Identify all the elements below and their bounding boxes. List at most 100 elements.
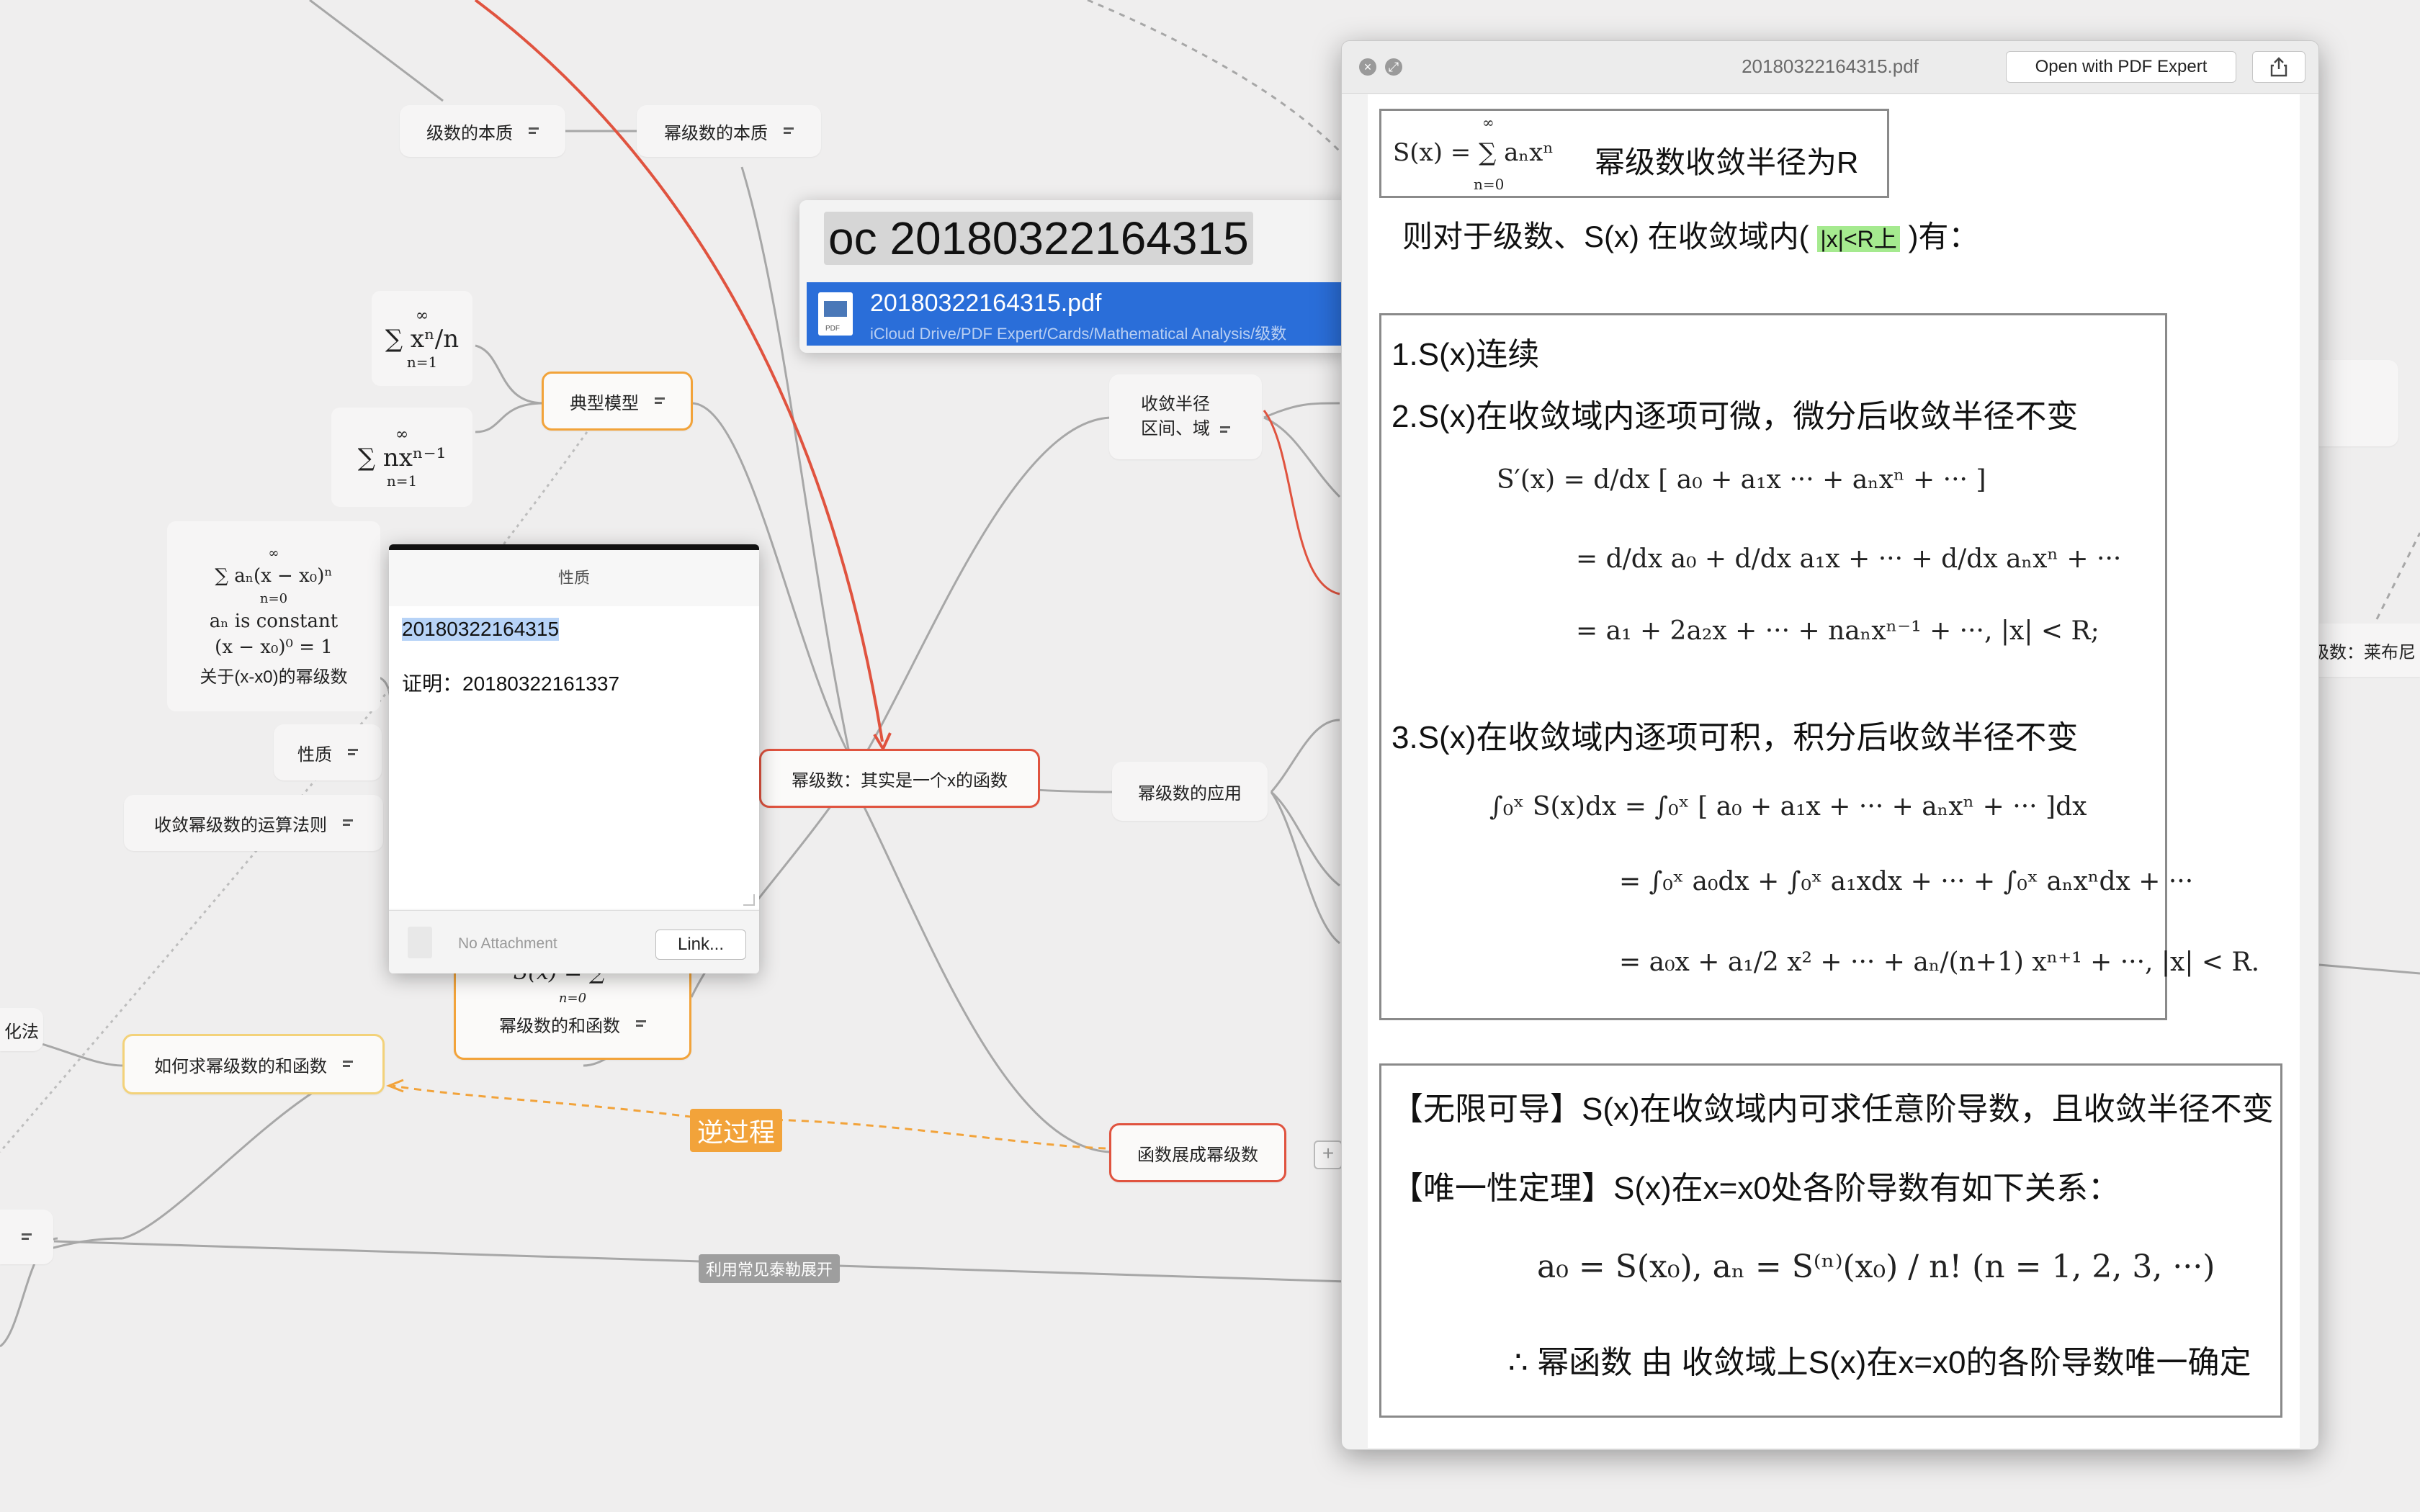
note-icon[interactable] [343,819,353,827]
note-text-area[interactable]: 20180322164315 证明：20180322161337 [389,606,759,909]
resize-grip-icon[interactable] [743,894,755,906]
formula-line-1: ∑ aₙ(x − x₀)ⁿ [215,564,333,587]
node-label: 函数展成幂级数 [1137,1145,1258,1165]
node-xingzhi[interactable]: 性质 [274,724,382,780]
properties-box: 1.S(x)连续 2.S(x)在收敛域内逐项可微，微分后收敛半径不变 S′(x)… [1379,313,2259,1020]
node-central-power-series[interactable]: 幂级数：其实是一个x的函数 [759,749,1040,808]
note-icon[interactable] [529,127,539,135]
formula-text: ∑ xⁿ/n [385,324,460,354]
note-icon[interactable] [343,1060,353,1068]
node-yingyong[interactable]: 幂级数的应用 [1112,762,1268,821]
node-label: 化法 [4,1022,39,1042]
sum-lower: n=1 [406,353,438,371]
node-shoulian-banjing[interactable]: 收敛半径 区间、域 [1109,374,1262,459]
sum-lower: n=0 [558,990,587,1006]
share-icon [2270,57,2287,77]
link-button[interactable]: Link... [655,930,746,960]
tag-taylor-expansion[interactable]: 利用常见泰勒展开 [699,1254,841,1283]
sum-upper: ∞ [415,306,429,325]
note-proof-line[interactable]: 证明：20180322161337 [402,668,619,697]
subtitle-prefix: 则对于级数、S(x) 在收敛域内( [1402,220,1809,253]
node-left-partial-2[interactable] [0,1210,53,1264]
weiyi-xing-dingli: 【唯一性定理】S(x)在x=x0处各阶导数有如下关系： [1392,1171,2120,1206]
node-label: 幂级数的应用 [1138,783,1242,804]
header-text: 幂级数收敛半径为R [1595,145,1859,179]
formula-sum-nxn1[interactable]: ∞ ∑ nxⁿ⁻¹ n=1 [331,408,472,507]
node-label: 级数：莱布尼 [2312,642,2416,662]
expand-plus-icon[interactable]: + [1314,1140,1343,1169]
node-label: 如何求幂级数的和函数 [154,1056,327,1076]
node-left-partial[interactable]: 化法 [0,1008,43,1051]
pdf-file-icon [818,292,853,336]
note-popover[interactable]: 性质 20180322164315 证明：20180322161337 No A… [389,544,759,973]
sum-lower: n=1 [386,472,418,490]
header-sum-lower: n=0 [1474,176,1505,193]
node-hanshu-zhankai[interactable]: 函数展成幂级数 [1109,1123,1286,1182]
quick-search-panel[interactable]: oc 20180322164315 20180322164315.pdf iCl… [799,200,1347,353]
node-label: 典型模型 [570,393,639,413]
note-icon[interactable] [1220,426,1230,434]
note-icon[interactable] [348,748,358,757]
search-input[interactable]: oc 20180322164315 [824,212,1253,265]
sum-lower: n=0 [259,590,288,606]
node-mijishu-benzhi[interactable]: 幂级数的本质 [637,105,821,157]
node-label: 幂级数的本质 [664,123,768,143]
share-button[interactable] [2252,51,2305,83]
subtitle-suffix: )有： [1908,220,1979,253]
note-title: 性质 [389,550,759,607]
window-titlebar[interactable]: × ⤢ 20180322164315.pdf Open with PDF Exp… [1342,41,2318,94]
header-sum-upper: ∞ [1482,114,1494,131]
formula-sum-xn-over-n[interactable]: ∞ ∑ xⁿ/n n=1 [372,291,472,386]
formula-caption: 关于(x-x0)的幂级数 [200,667,348,687]
formula-line-3: (x − x₀)⁰ = 1 [215,636,333,658]
node-label: 级数的本质 [426,123,513,143]
note-icon[interactable] [655,397,665,405]
note-link-selected[interactable]: 20180322164315 [402,618,560,641]
attachment-icon [408,927,432,958]
derivative-line-2: = d/dx a₀ + d/dx a₁x + ··· + d/dx aₙxⁿ +… [1576,544,2122,574]
node-label: 收敛幂级数的运算法则 [154,815,327,835]
node-right-partial[interactable]: 级数：莱布尼 [2305,624,2420,677]
node-label: 幂级数：其实是一个x的函数 [792,770,1008,791]
integral-line-3: = a₀x + a₁/2 x² + ··· + aₙ/(n+1) xⁿ⁺¹ + … [1619,948,2260,977]
node-label-line-1: 收敛半径 [1141,395,1210,414]
sum-upper: ∞ [268,545,279,561]
pdf-page[interactable]: S(x) = ∑ aₙxⁿ ∞ n=0 幂级数收敛半径为R 则对于级数、S(x)… [1368,94,2300,1448]
formula-text: ∑ nxⁿ⁻¹ [357,443,447,472]
derivative-line-1: S′(x) = d/dx [ a₀ + a₁x ··· + aₙxⁿ + ···… [1497,465,1986,495]
integral-line-1: ∫₀ˣ S(x)dx = ∫₀ˣ [ a₀ + a₁x + ··· + aₙxⁿ… [1489,792,2087,822]
note-icon[interactable] [784,127,794,135]
derivative-line-3: = a₁ + 2a₂x + ··· + naₙxⁿ⁻¹ + ···, |x| <… [1576,616,2099,646]
open-with-pdf-expert-button[interactable]: Open with PDF Expert [2006,51,2236,83]
pdf-preview-window[interactable]: × ⤢ 20180322164315.pdf Open with PDF Exp… [1341,40,2319,1450]
search-result-name: 20180322164315.pdf [870,289,1102,317]
integral-line-2: = ∫₀ˣ a₀dx + ∫₀ˣ a₁xdx + ··· + ∫₀ˣ aₙxⁿd… [1619,867,2194,896]
node-dianxing-moxing[interactable]: 典型模型 [542,372,693,431]
wuxian-kedao: 【无限可导】S(x)在收敛域内可求任意阶导数，且收敛半径不变 [1392,1092,2274,1127]
search-result-item[interactable]: 20180322164315.pdf iCloud Drive/PDF Expe… [807,282,1347,346]
node-label: 幂级数的和函数 [499,1016,620,1036]
formula-power-series-def[interactable]: ∞ ∑ aₙ(x − x₀)ⁿ n=0 aₙ is constant (x − … [167,521,380,711]
node-label-line-2: 区间、域 [1141,419,1210,438]
node-ruhe-qiu-hehanshu[interactable]: 如何求幂级数的和函数 [122,1034,385,1094]
search-result-path: iCloud Drive/PDF Expert/Cards/Mathematic… [870,325,1287,343]
header-formula: S(x) = ∑ aₙxⁿ [1393,138,1554,167]
header-formula-box: S(x) = ∑ aₙxⁿ ∞ n=0 幂级数收敛半径为R [1379,109,1889,198]
attachment-label: No Attachment [458,935,557,952]
node-yunsuan-faze[interactable]: 收敛幂级数的运算法则 [124,795,383,851]
uniqueness-formula: a₀ = S(x₀), aₙ = S⁽ⁿ⁾(x₀) / n! (n = 1, 2… [1537,1248,2215,1285]
conclusion: ∴ 幂函数 由 收敛域上S(x)在x=x0的各阶导数唯一确定 [1508,1345,2251,1380]
item-3: 3.S(x)在收敛域内逐项可积，积分后收敛半径不变 [1392,720,2079,755]
item-1: 1.S(x)连续 [1392,337,1540,372]
subtitle-line: 则对于级数、S(x) 在收敛域内( |x|<R上 )有： [1402,212,1978,256]
formula-line-2: aₙ is constant [209,610,339,632]
tag-reverse-process[interactable]: 逆过程 [690,1109,783,1152]
note-icon[interactable] [636,1020,646,1028]
subtitle-highlight: |x|<R上 [1817,226,1900,252]
sum-upper: ∞ [395,425,409,444]
node-label: 性质 [297,744,332,765]
note-icon[interactable] [22,1233,32,1241]
node-jishu-benzhi[interactable]: 级数的本质 [400,105,565,157]
item-2: 2.S(x)在收敛域内逐项可微，微分后收敛半径不变 [1392,399,2079,434]
uniqueness-box: 【无限可导】S(x)在收敛域内可求任意阶导数，且收敛半径不变 【唯一性定理】S(… [1379,1063,2282,1418]
